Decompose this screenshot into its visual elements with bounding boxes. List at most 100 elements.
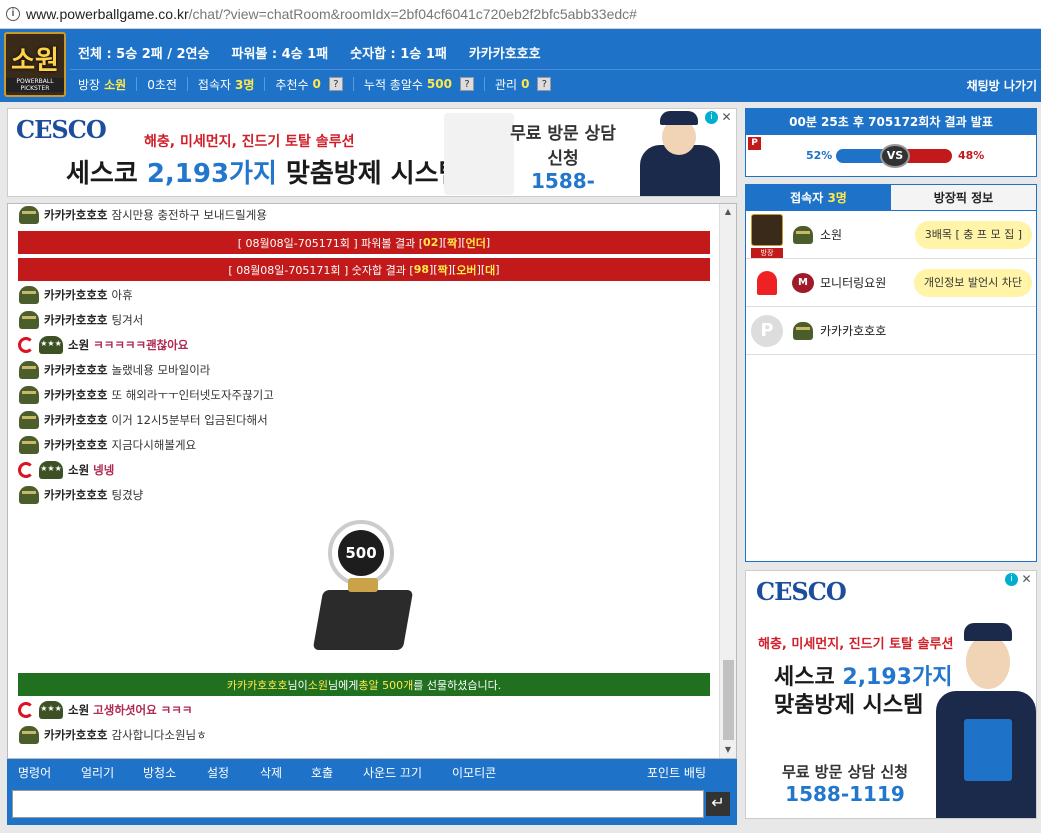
stat-user: 카카카호호호 [468, 47, 541, 62]
help-button[interactable]: ? [459, 77, 474, 91]
left-percent: 52% [806, 149, 833, 162]
user-row[interactable]: P 카카카호호호 [746, 307, 1036, 355]
round-result-panel: 00분 25초 후 705172회차 결과 발표 P 52% VS 48% [745, 108, 1037, 177]
address-bar[interactable]: i www.powerballgame.co.kr /chat/?view=ch… [0, 0, 1041, 29]
help-button[interactable]: ? [537, 77, 552, 91]
chat-message: ★★★ 소원 고생하셧어요 ㅋㅋㅋ [18, 699, 192, 721]
exit-room-button[interactable]: 채팅방 나가기 [967, 77, 1037, 94]
soldier-icon [18, 410, 40, 430]
soldier-icon [18, 385, 40, 405]
ad-choices[interactable]: i ✕ [1005, 573, 1033, 586]
bullet-count: 누적 총알수 500? [352, 77, 484, 92]
chat-message: 카카카호호호 잠시만용 충전하구 보내드릴게용 [18, 204, 267, 226]
menu-point-betting[interactable]: 포인트 배팅 [647, 764, 706, 781]
room-owner: 방장 소원 [78, 77, 127, 92]
room-info-bar: 방장 소원 0초전 접속자 3명 추천수 0? 누적 총알수 500? 관리 0? [78, 77, 561, 92]
user-name: 모니터링요원 [820, 276, 887, 290]
rank-icon: ★★★ [38, 335, 64, 355]
chat-toolbar: 명령어 얼리기 방청소 설정 삭제 호출 사운드 끄기 이모티콘 포인트 배팅 … [7, 759, 737, 825]
stat-sum: 숫자합 : 1승 1패 [350, 47, 447, 62]
owner-badge: 방장 [751, 248, 783, 258]
ad-cta: 무료 방문 상담 신청1588-1119 [510, 124, 616, 196]
chat-input[interactable] [12, 790, 704, 818]
ammo-box-icon [312, 590, 414, 650]
record-stats: 전체 : 5승 2패 / 2연승 파워볼 : 4승 1패 숫자합 : 1승 1패… [78, 43, 541, 62]
right-percent: 48% [958, 149, 985, 162]
menu-call[interactable]: 호출 [311, 764, 333, 781]
divider [70, 69, 1041, 70]
monitor-icon: M [792, 273, 814, 293]
chat-message: 카카카호호호 또 해외라ㅜㅜ인터넷도자주끊기고 [18, 384, 274, 406]
url-path: /chat/?view=chatRoom&roomIdx=2bf04cf6041… [188, 6, 637, 22]
scroll-up-icon: ▲ [724, 207, 732, 216]
room-logo: 소원 POWERBALL PICKSTER [4, 32, 66, 97]
help-button[interactable]: ? [328, 77, 343, 91]
adchoices-icon: i [1005, 573, 1018, 586]
user-row[interactable]: M 모니터링요원 개인정보 발언시 차단 [746, 259, 1036, 307]
chat-message: 카카카호호호 이거 12시5분부터 입금된다해서 [18, 409, 268, 431]
ad-tagline: 해충, 미세먼지, 진드기 토탈 솔루션 [144, 134, 355, 150]
chat-message: 카카카호호호 감사합니다소원님ㅎ [18, 724, 207, 746]
chat-log[interactable]: 카카카호호호 잠시만용 충전하구 보내드릴게용 [ 08월08일-705171회 … [7, 203, 737, 759]
menu-freeze[interactable]: 얼리기 [81, 764, 114, 781]
recommend-count: 추천수 0? [264, 77, 352, 92]
cesco-logo: CESCO [16, 115, 107, 144]
room-avatar [751, 214, 783, 246]
chat-message: 카카카호호호 팅겼냥 [18, 484, 143, 506]
tab-owner-pick[interactable]: 방장픽 정보 [891, 185, 1036, 211]
soldier-icon [18, 485, 40, 505]
owner-swirl-icon [18, 702, 34, 718]
member-count: 접속자 3명 [186, 77, 265, 92]
gift-bullets-image: 500 [308, 520, 418, 660]
soldier-icon [18, 435, 40, 455]
user-status-bubble: 3배목 [ 충 프 모 집 ] [914, 221, 1032, 249]
stat-total: 전체 : 5승 2패 / 2연승 [78, 47, 210, 62]
manage-count: 관리 0? [483, 77, 561, 92]
soldier-icon [18, 285, 40, 305]
room-level: 0초전 [136, 77, 187, 92]
ad-headline: 세스코 2,193가지 맞춤방제 시스템 [66, 159, 463, 189]
owner-swirl-icon [18, 462, 34, 478]
chat-scrollbar[interactable]: ▲ ▼ [719, 204, 736, 758]
ad-choices[interactable]: i ✕ [705, 111, 733, 124]
users-panel: 접속자 3명 방장픽 정보 방장 소원 3배목 [ 충 프 모 집 ] M 모니… [745, 184, 1037, 562]
soldier-icon [18, 725, 40, 745]
chat-message: 카카카호호호 지금다시해볼게요 [18, 434, 196, 456]
ad-banner-side[interactable]: CESCO 해충, 미세먼지, 진드기 토탈 솔루션 세스코 2,193가지 맞… [745, 570, 1037, 819]
info-icon[interactable]: i [6, 7, 20, 21]
scroll-thumb [723, 660, 734, 740]
result-countdown: 00분 25초 후 705172회차 결과 발표 [746, 109, 1036, 135]
ad-banner-top[interactable]: CESCO 해충, 미세먼지, 진드기 토탈 솔루션 세스코 2,193가지 맞… [7, 108, 737, 197]
close-icon: ✕ [1021, 572, 1032, 586]
chat-message: 카카카호호호 아휴 [18, 284, 133, 306]
system-result-message: [ 08월08일-705171회 ] 파워볼 결과 [02][짝][언더] [18, 231, 710, 254]
cesco-members-card [964, 719, 1012, 781]
tab-members[interactable]: 접속자 3명 [746, 185, 891, 211]
siren-icon [751, 267, 783, 299]
menu-delete[interactable]: 삭제 [260, 764, 282, 781]
cesco-logo: CESCO [756, 577, 847, 606]
user-name: 카카카호호호 [820, 324, 887, 338]
rank-icon: ★★★ [38, 460, 64, 480]
menu-sound-off[interactable]: 사운드 끄기 [363, 764, 422, 781]
scroll-down-icon: ▼ [724, 745, 732, 754]
menu-commands[interactable]: 명령어 [18, 764, 51, 781]
ad-headline-2: 맞춤방제 시스템 [774, 693, 924, 718]
menu-emoticon[interactable]: 이모티콘 [452, 764, 496, 781]
soldier-icon [792, 225, 814, 245]
room-header: 소원 POWERBALL PICKSTER 전체 : 5승 2패 / 2연승 파… [0, 29, 1041, 102]
default-avatar-icon: P [751, 315, 783, 347]
soldier-icon [18, 360, 40, 380]
powerball-icon: P [748, 137, 761, 150]
chat-message: 카카카호호호 팅겨서 [18, 309, 143, 331]
user-row[interactable]: 방장 소원 3배목 [ 충 프 모 집 ] [746, 211, 1036, 259]
owner-swirl-icon [18, 337, 34, 353]
menu-clear-room[interactable]: 방청소 [143, 764, 176, 781]
gift-amount: 500 [338, 530, 384, 576]
chat-message: ★★★ 소원 ㅋㅋㅋㅋㅋ괜찮아요 [18, 334, 188, 356]
stat-powerball: 파워볼 : 4승 1패 [231, 47, 329, 62]
ad-cta: 무료 방문 상담 신청1588-1119 [781, 763, 909, 806]
system-result-message: [ 08월08일-705171회 ] 숫자합 결과 [98][짝][오버][대] [18, 258, 710, 281]
menu-settings[interactable]: 설정 [207, 764, 229, 781]
enter-icon[interactable]: ↵ [706, 792, 730, 816]
